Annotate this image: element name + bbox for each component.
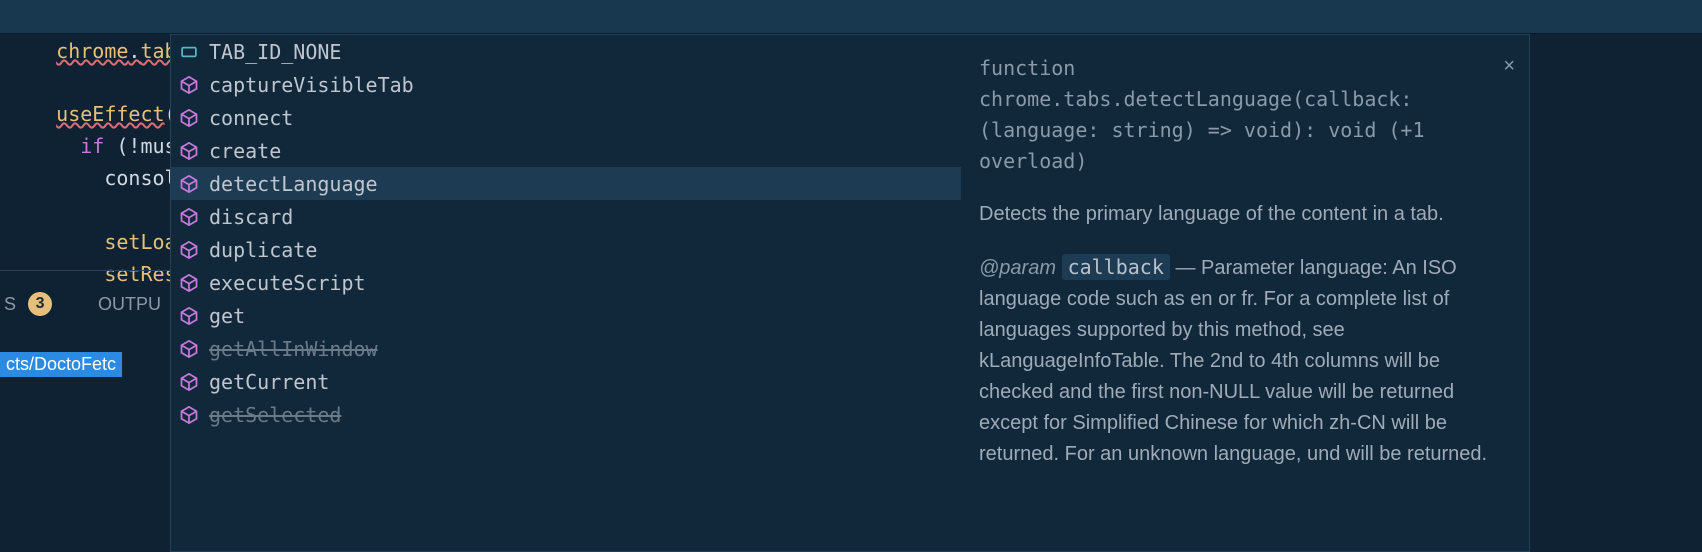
- panel-tab-output-partial[interactable]: OUTPU: [98, 294, 161, 315]
- autocomplete-label: connect: [209, 106, 293, 130]
- doc-param: @param callback — Parameter language: An…: [979, 252, 1509, 470]
- method-icon: [179, 306, 199, 326]
- breadcrumb-file-partial[interactable]: cts/DoctoFetc: [0, 352, 122, 377]
- doc-summary: Detects the primary language of the cont…: [979, 199, 1509, 230]
- autocomplete-item-get[interactable]: get: [171, 299, 961, 332]
- autocomplete-item-getAllInWindow[interactable]: getAllInWindow: [171, 332, 961, 365]
- constant-icon: [179, 42, 199, 62]
- autocomplete-label: detectLanguage: [209, 172, 378, 196]
- autocomplete-item-create[interactable]: create: [171, 134, 961, 167]
- autocomplete-label: getSelected: [209, 403, 341, 427]
- autocomplete-item-getSelected[interactable]: getSelected: [171, 398, 961, 431]
- autocomplete-item-connect[interactable]: connect: [171, 101, 961, 134]
- autocomplete-label: getCurrent: [209, 370, 329, 394]
- autocomplete-item-getCurrent[interactable]: getCurrent: [171, 365, 961, 398]
- autocomplete-list[interactable]: TAB_ID_NONE captureVisibleTab connect creat…: [171, 35, 961, 551]
- panel-tab-problems-partial[interactable]: S: [4, 294, 16, 315]
- bottom-panel-tabs: S 3 OUTPU: [0, 286, 170, 322]
- autocomplete-item-discard[interactable]: discard: [171, 200, 961, 233]
- autocomplete-popup: TAB_ID_NONE captureVisibleTab connect creat…: [170, 34, 1530, 552]
- autocomplete-label: captureVisibleTab: [209, 73, 414, 97]
- doc-signature: function chrome.tabs.detectLanguage(call…: [979, 53, 1509, 177]
- method-icon: [179, 207, 199, 227]
- method-icon: [179, 273, 199, 293]
- autocomplete-item-duplicate[interactable]: duplicate: [171, 233, 961, 266]
- autocomplete-item-executeScript[interactable]: executeScript: [171, 266, 961, 299]
- method-icon: [179, 108, 199, 128]
- autocomplete-item-detectLanguage[interactable]: detectLanguage: [171, 167, 961, 200]
- method-icon: [179, 141, 199, 161]
- method-icon: [179, 372, 199, 392]
- close-icon[interactable]: ×: [1503, 51, 1515, 82]
- autocomplete-doc-panel: × function chrome.tabs.detectLanguage(ca…: [961, 35, 1529, 551]
- method-icon: [179, 174, 199, 194]
- method-icon: [179, 75, 199, 95]
- autocomplete-label: get: [209, 304, 245, 328]
- autocomplete-label: discard: [209, 205, 293, 229]
- method-icon: [179, 405, 199, 425]
- problems-badge: 3: [28, 292, 52, 316]
- autocomplete-item-captureVisibleTab[interactable]: captureVisibleTab: [171, 68, 961, 101]
- autocomplete-label: TAB_ID_NONE: [209, 40, 341, 64]
- panel-divider: [0, 270, 170, 271]
- autocomplete-label: getAllInWindow: [209, 337, 378, 361]
- autocomplete-item-TAB_ID_NONE[interactable]: TAB_ID_NONE: [171, 35, 961, 68]
- code-line-1: chrome.tabs.You, seconds ago • Uncommitt…: [0, 0, 1702, 34]
- autocomplete-label: create: [209, 139, 281, 163]
- autocomplete-label: executeScript: [209, 271, 366, 295]
- method-icon: [179, 339, 199, 359]
- autocomplete-label: duplicate: [209, 238, 317, 262]
- method-icon: [179, 240, 199, 260]
